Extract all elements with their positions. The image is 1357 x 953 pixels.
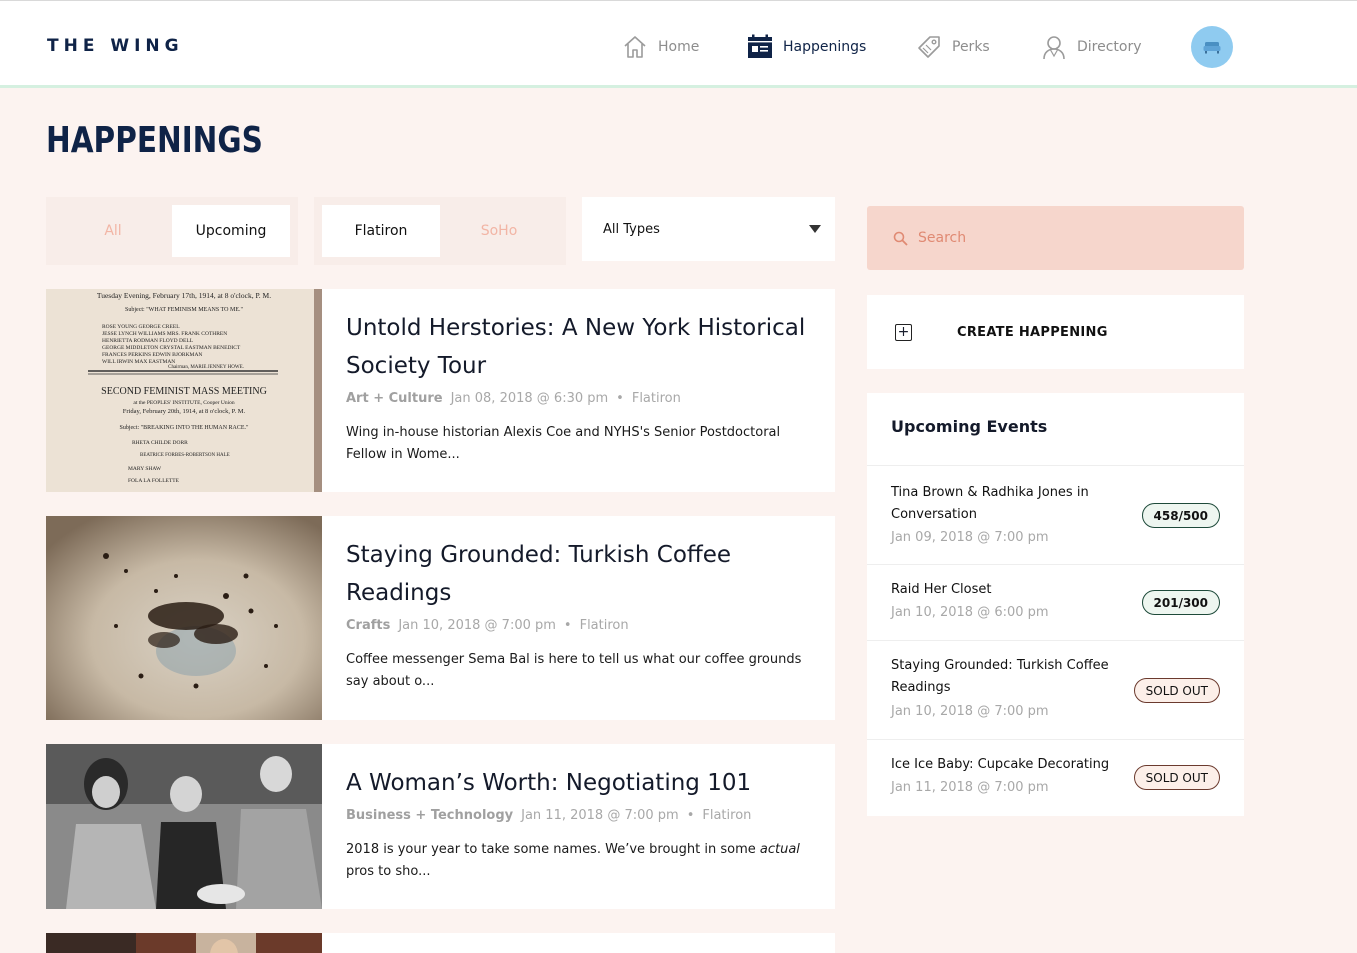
create-happening-button[interactable]: + CREATE HAPPENING: [867, 295, 1244, 369]
event-location: Flatiron: [702, 808, 752, 823]
upcoming-event-row[interactable]: Tina Brown & Radhika Jones in Conversati…: [867, 466, 1244, 565]
event-card[interactable]: [46, 933, 835, 953]
upcoming-event-date: Jan 10, 2018 @ 6:00 pm: [891, 605, 1049, 620]
event-card[interactable]: A Woman’s Worth: Negotiating 101 Busines…: [46, 744, 835, 909]
poster-line: BEATRICE FORBES-ROBERTSON HALE: [140, 453, 230, 458]
poster-line: Chairman, MARIE JENNEY HOWE.: [168, 365, 244, 370]
event-location: Flatiron: [631, 391, 681, 406]
event-thumbnail-coffee: [46, 516, 322, 720]
type-select-value: All Types: [603, 221, 660, 237]
poster-line: GEORGE MIDDLETON CRYSTAL EASTMAN BENEDIC…: [102, 345, 241, 351]
meta-separator: •: [616, 391, 624, 406]
event-thumbnail-poster: Tuesday Evening, February 17th, 1914, at…: [46, 289, 322, 492]
event-title[interactable]: Untold Herstories: A New York Historical…: [346, 309, 815, 385]
location-filter-toggle: Flatiron SoHo: [314, 197, 566, 265]
caret-down-icon: [809, 225, 821, 233]
upcoming-event-row[interactable]: Staying Grounded: Turkish Coffee Reading…: [867, 641, 1244, 740]
poster-line: at the PEOPLES' INSTITUTE, Cooper Union: [133, 400, 234, 406]
poster-line: FOLA LA FOLLETTE: [128, 478, 180, 484]
event-card[interactable]: Tuesday Evening, February 17th, 1914, at…: [46, 289, 835, 492]
tag-icon: [918, 36, 940, 58]
sold-out-badge: SOLD OUT: [1133, 765, 1220, 790]
time-filter-toggle: All Upcoming: [46, 197, 298, 265]
sofa-icon: [1203, 42, 1221, 54]
nav-item-happenings[interactable]: Happenings: [747, 33, 866, 61]
event-title[interactable]: A Woman’s Worth: Negotiating 101: [346, 764, 815, 802]
person-icon: [1043, 36, 1065, 60]
poster-line: WILL IRWIN MAX EASTMAN: [102, 359, 175, 365]
event-date: Jan 10, 2018 @ 7:00 pm: [398, 618, 556, 633]
upcoming-event-name: Staying Grounded: Turkish Coffee Reading…: [891, 658, 1109, 695]
filter-soho-button[interactable]: SoHo: [440, 205, 558, 257]
poster-line: JESSE LYNCH WILLIAMS MRS. FRANK COTHREN: [102, 331, 227, 337]
event-description: Coffee messenger Sema Bal is here to tel…: [346, 652, 802, 689]
search-icon: [893, 231, 908, 246]
meta-separator: •: [686, 808, 695, 823]
poster-line: RHETA CHILDE DORR: [132, 440, 188, 446]
event-location: Flatiron: [579, 618, 629, 633]
poster-line: Tuesday Evening, February 17th, 1914, at…: [97, 291, 271, 300]
nav-label-home: Home: [658, 39, 700, 55]
nav-item-home[interactable]: Home: [622, 33, 699, 61]
nav-label-perks: Perks: [952, 39, 990, 55]
upcoming-event-date: Jan 11, 2018 @ 7:00 pm: [891, 780, 1049, 795]
nav-label-directory: Directory: [1077, 39, 1142, 55]
event-title[interactable]: Staying Grounded: Turkish Coffee Reading…: [346, 536, 815, 612]
page-title: HAPPENINGS: [46, 120, 263, 161]
poster-line: Subject: "WHAT FEMINISM MEANS TO ME.": [125, 307, 243, 313]
nav-label-happenings: Happenings: [783, 39, 867, 55]
event-card[interactable]: Staying Grounded: Turkish Coffee Reading…: [46, 516, 835, 720]
event-description-text: 2018 is your year to take some names. We…: [346, 842, 760, 857]
upcoming-event-date: Jan 10, 2018 @ 7:00 pm: [891, 704, 1049, 719]
event-date: Jan 11, 2018 @ 7:00 pm: [521, 808, 679, 823]
event-description-text: pros to sho...: [346, 864, 431, 879]
upcoming-event-row[interactable]: Raid Her Closet Jan 10, 2018 @ 6:00 pm 2…: [867, 565, 1244, 641]
search-field[interactable]: Search: [867, 206, 1244, 270]
meta-separator: •: [563, 618, 572, 633]
upcoming-event-date: Jan 09, 2018 @ 7:00 pm: [891, 530, 1049, 545]
event-thumbnail-photo: [46, 933, 322, 953]
poster-line: Friday, February 20th, 1914, at 8 o'cloc…: [123, 408, 246, 415]
event-thumbnail-photo: [46, 744, 322, 909]
search-placeholder: Search: [918, 230, 967, 246]
event-category: Crafts: [346, 618, 391, 633]
poster-line: HENRIETTA RODMAN FLOYD DELL: [102, 338, 194, 344]
poster-line: MARY SHAW: [128, 466, 162, 472]
upcoming-event-name: Ice Ice Baby: Cupcake Decorating: [891, 757, 1110, 772]
calendar-icon: [748, 34, 772, 58]
upcoming-events-panel: Upcoming Events Tina Brown & Radhika Jon…: [867, 393, 1244, 816]
upcoming-event-name: Raid Her Closet: [891, 582, 992, 597]
event-description: 2018 is your year to take some names. We…: [346, 839, 815, 883]
event-meta: Art + Culture Jan 08, 2018 @ 6:30 pm • F…: [346, 391, 815, 406]
top-nav-bar: THE WING Home Happenings Perks Directory: [0, 0, 1357, 88]
capacity-badge: 458/500: [1141, 503, 1220, 528]
event-description: Wing in-house historian Alexis Coe and N…: [346, 425, 781, 462]
plus-square-icon: +: [895, 323, 912, 341]
home-icon: [624, 36, 646, 58]
event-description-emphasis: actual: [759, 842, 800, 857]
nav-item-directory[interactable]: Directory: [1041, 33, 1142, 61]
upcoming-events-title: Upcoming Events: [867, 393, 1244, 466]
event-meta: Business + Technology Jan 11, 2018 @ 7:0…: [346, 808, 815, 823]
poster-line: FRANCES PERKINS EDWIN BJORKMAN: [102, 352, 202, 358]
event-category: Art + Culture: [346, 391, 443, 406]
filter-upcoming-button[interactable]: Upcoming: [172, 205, 290, 257]
upcoming-event-row[interactable]: Ice Ice Baby: Cupcake Decorating Jan 11,…: [867, 740, 1244, 816]
event-date: Jan 08, 2018 @ 6:30 pm: [450, 391, 609, 406]
create-happening-label: CREATE HAPPENING: [957, 324, 1108, 340]
type-select-dropdown[interactable]: All Types: [582, 197, 835, 261]
event-meta: Crafts Jan 10, 2018 @ 7:00 pm • Flatiron: [346, 618, 815, 633]
poster-line: ROSE YOUNG GEORGE CREEL: [102, 324, 180, 330]
poster-line: SECOND FEMINIST MASS MEETING: [101, 386, 267, 397]
nav-item-perks[interactable]: Perks: [916, 33, 990, 61]
sold-out-badge: SOLD OUT: [1133, 678, 1220, 703]
brand-logo[interactable]: THE WING: [47, 36, 184, 56]
capacity-badge: 201/300: [1141, 590, 1220, 615]
filter-all-button[interactable]: All: [54, 205, 172, 257]
user-avatar[interactable]: [1191, 26, 1233, 68]
poster-line: Subject: "BREAKING INTO THE HUMAN RACE.": [119, 425, 249, 431]
event-category: Business + Technology: [346, 808, 514, 823]
filter-flatiron-button[interactable]: Flatiron: [322, 205, 440, 257]
upcoming-event-name: Tina Brown & Radhika Jones in Conversati…: [891, 485, 1089, 522]
